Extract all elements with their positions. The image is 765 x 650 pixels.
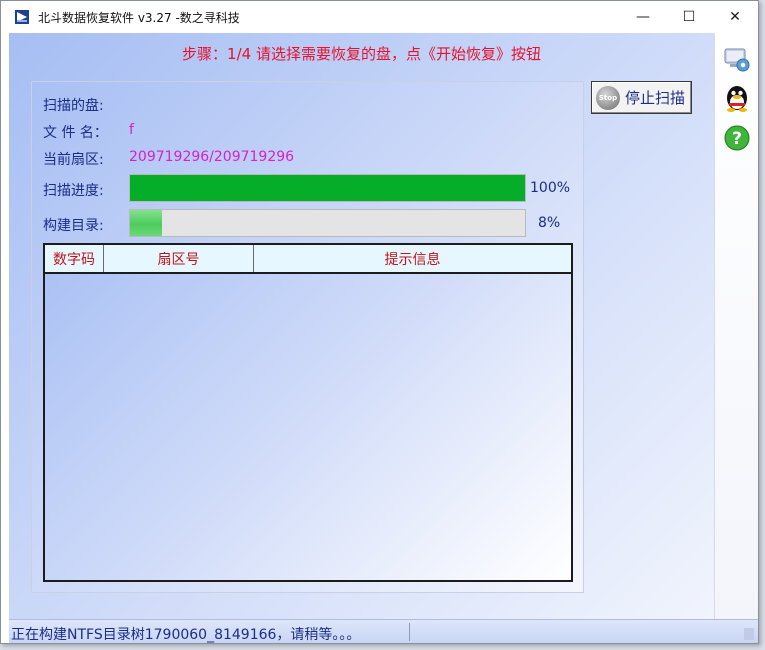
column-header-sector[interactable]: 扇区号 [104,245,254,272]
results-table[interactable]: 数字码 扇区号 提示信息 [43,243,573,582]
right-toolbar: ? [714,33,758,619]
build-directory-fill [130,210,162,236]
scan-progress-fill [130,175,525,201]
main-client-area: 步骤：1/4 请选择需要恢复的盘，点《开始恢复》按钮 扫描的盘: 文 件 名： … [9,33,714,619]
build-directory-label: 构建目录: [43,218,104,234]
scan-progress-percent: 100% [530,180,571,196]
minimize-button[interactable]: — [620,1,666,33]
stop-scan-label: 停止扫描 [625,89,686,107]
stop-scan-button[interactable]: Stop 停止扫描 [591,81,692,114]
settings-button[interactable] [719,43,755,77]
step-instruction: 步骤：1/4 请选择需要恢复的盘，点《开始恢复》按钮 [182,45,541,63]
filename-value: f [129,122,134,138]
filename-label: 文 件 名： [43,125,108,141]
build-directory-bar [129,209,526,237]
qq-penguin-icon [727,86,747,112]
window-controls: — ☐ ✕ [620,1,758,33]
title-bar[interactable]: 北斗数据恢复软件 v3.27 -数之寻科技 — ☐ ✕ [1,1,758,33]
help-glyph: ? [732,129,742,149]
settings-computer-icon [724,48,750,72]
app-window: 北斗数据恢复软件 v3.27 -数之寻科技 — ☐ ✕ 步骤：1/4 请选择需要… [0,0,759,644]
table-header: 数字码 扇区号 提示信息 [45,245,571,274]
resize-grip[interactable] [744,628,754,640]
scan-disk-label: 扫描的盘: [43,98,104,114]
close-button[interactable]: ✕ [712,1,758,33]
scan-progress-bar [129,174,526,202]
stop-icon: Stop [596,85,620,110]
status-message: 正在构建NTFS目录树1790060_8149166，请稍等。。。 [11,627,361,643]
build-directory-percent: 8% [538,215,561,231]
status-separator [409,623,410,641]
status-bar: 正在构建NTFS目录树1790060_8149166，请稍等。。。 [9,619,758,643]
column-header-message[interactable]: 提示信息 [254,245,571,272]
maximize-button[interactable]: ☐ [666,1,712,33]
column-header-digit-code[interactable]: 数字码 [45,245,104,272]
app-logo-icon [15,10,29,24]
qq-contact-button[interactable] [719,81,755,115]
window-title: 北斗数据恢复软件 v3.27 -数之寻科技 [38,10,240,25]
current-sector-label: 当前扇区: [43,152,104,168]
current-sector-value: 209719296/209719296 [129,149,295,165]
close-icon: ✕ [729,9,741,25]
maximize-icon: ☐ [682,9,696,25]
scan-progress-label: 扫描进度: [43,183,104,199]
minimize-icon: — [636,9,650,25]
help-button[interactable]: ? [719,121,755,155]
scan-panel: 扫描的盘: 文 件 名： f 当前扇区: 209719296/209719296… [31,81,584,593]
help-question-icon: ? [724,125,750,151]
